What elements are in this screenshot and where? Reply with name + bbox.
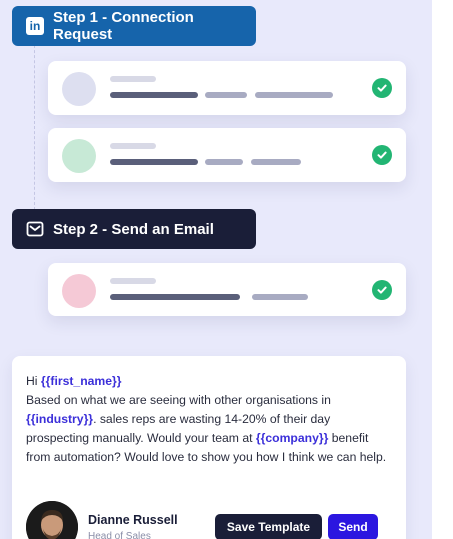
email-body: Hi {{first_name}} Based on what we are s… — [26, 372, 392, 467]
connection-card-2[interactable] — [48, 128, 406, 182]
step-1-label: Step 1 - Connection Request — [53, 9, 194, 43]
placeholder-avatar — [62, 139, 96, 173]
placeholder-avatar — [62, 274, 96, 308]
email-footer: Dianne Russell Head of Sales Save Templa… — [26, 501, 392, 539]
linkedin-icon: in — [26, 17, 44, 35]
email-line: Based on what we are seeing with other o… — [26, 393, 331, 407]
connection-card-1[interactable] — [48, 61, 406, 115]
step-2-pill[interactable]: Step 2 - Send an Email — [12, 209, 256, 249]
placeholder-line — [255, 92, 333, 98]
placeholder-line — [110, 76, 156, 82]
placeholder-line — [110, 278, 156, 284]
first-name-variable: {{first_name}} — [40, 374, 122, 388]
email-greeting: Hi — [26, 374, 41, 388]
placeholder-line — [252, 294, 308, 300]
sender-role: Head of Sales — [88, 531, 151, 539]
step-2-label: Step 2 - Send an Email — [53, 220, 214, 238]
company-variable: {{company}} — [255, 431, 329, 445]
mail-icon — [26, 220, 44, 238]
placeholder-avatar — [62, 72, 96, 106]
placeholder-line — [110, 159, 198, 165]
save-template-button[interactable]: Save Template — [215, 514, 322, 539]
industry-variable: {{industry}} — [26, 412, 94, 426]
placeholder-line — [110, 294, 240, 300]
placeholder-line — [205, 92, 247, 98]
timeline-connector — [34, 40, 35, 210]
sender-name: Dianne Russell — [88, 513, 178, 527]
step-1-pill[interactable]: in Step 1 - Connection Request — [12, 6, 256, 46]
check-icon — [372, 145, 392, 165]
placeholder-line — [110, 143, 156, 149]
send-button[interactable]: Send — [328, 514, 378, 539]
placeholder-line — [251, 159, 301, 165]
placeholder-line — [110, 92, 198, 98]
placeholder-line — [205, 159, 243, 165]
sequence-canvas: in Step 1 - Connection Request Step 2 - … — [0, 0, 432, 539]
sender-avatar — [26, 501, 78, 539]
check-icon — [372, 78, 392, 98]
email-step-card[interactable] — [48, 263, 406, 316]
check-icon — [372, 280, 392, 300]
email-preview-card: Hi {{first_name}} Based on what we are s… — [12, 356, 406, 539]
